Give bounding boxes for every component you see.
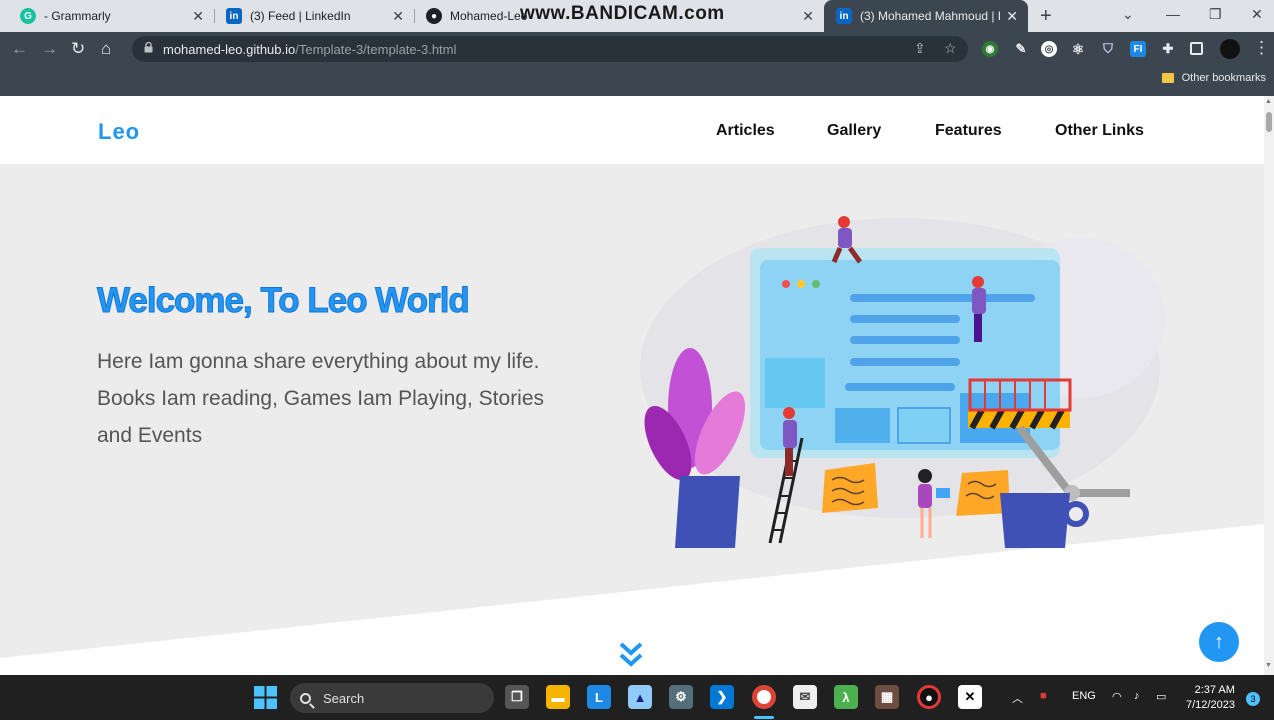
bookmark-star-icon[interactable]: ☆ (944, 40, 957, 57)
volume-icon[interactable]: ♪ (1134, 690, 1140, 702)
taskbar-search[interactable]: Search (290, 683, 494, 713)
share-icon[interactable]: ⇪ (914, 40, 926, 57)
linkedin-icon: in (836, 8, 852, 24)
chrome-icon[interactable] (752, 685, 776, 709)
profile-avatar[interactable] (1220, 39, 1240, 59)
close-icon[interactable]: ✕ (392, 8, 404, 25)
minimize-button[interactable]: — (1166, 6, 1180, 22)
extension-shield-icon[interactable]: ⛉ (1100, 41, 1116, 57)
browser-toolbar: ← → ↻ ⌂ mohamed-leo.github.io/Template-3… (0, 32, 1274, 66)
clock-date: 7/12/2023 (1186, 699, 1235, 711)
url-text[interactable]: mohamed-leo.github.io/Template-3/templat… (163, 42, 456, 57)
page-scrollbar[interactable]: ▲ ▼ (1264, 96, 1274, 675)
lock-icon (144, 42, 153, 53)
task-view-icon[interactable]: ❐ (505, 685, 529, 709)
tray-app-icon[interactable]: ■ (1040, 690, 1047, 702)
github-icon: ● (426, 8, 442, 24)
taskbar-search-label: Search (323, 690, 365, 706)
arrow-up-icon: ↑ (1214, 630, 1224, 653)
restore-button[interactable]: ❐ (1209, 6, 1222, 23)
extension-react-icon[interactable]: ⚛ (1070, 41, 1086, 57)
new-tab-button[interactable]: + (1040, 5, 1052, 28)
clock-time: 2:37 AM (1194, 684, 1235, 696)
scroll-up-arrow-icon[interactable]: ▲ (1265, 98, 1272, 105)
back-to-top-button[interactable]: ↑ (1199, 622, 1239, 662)
capcut-icon[interactable]: ✕ (958, 685, 982, 709)
close-icon[interactable]: ✕ (802, 8, 814, 25)
url-path: /Template-3/template-3.html (295, 42, 457, 57)
hero-title: Welcome, To Leo World (97, 281, 471, 321)
window-close-button[interactable]: ✕ (1251, 6, 1263, 23)
extension-globe-icon[interactable]: ◉ (982, 41, 998, 57)
extension-pen-icon[interactable]: ✎ (1013, 41, 1029, 57)
language-indicator[interactable]: ENG (1072, 690, 1096, 702)
other-bookmarks[interactable]: Other bookmarks (1161, 72, 1266, 84)
tab-grammarly[interactable]: G - Grammarly ✕ (8, 0, 214, 32)
bookmarks-bar: Other bookmarks (0, 66, 1274, 96)
hero-text: Here Iam gonna share everything about my… (97, 350, 545, 447)
settings-gear-icon[interactable]: ⚙ (669, 685, 693, 709)
active-app-indicator (754, 716, 774, 719)
other-bookmarks-label: Other bookmarks (1181, 72, 1266, 84)
extension-fi-icon[interactable]: FI (1130, 41, 1146, 57)
wifi-icon[interactable]: ◠ (1112, 690, 1122, 703)
web-page: Leo Articles Gallery Features Other Link… (0, 96, 1264, 675)
windows-taskbar: Search ❐ ▬ L ▲ ⚙ ❯ ✉ λ ▦ ● ✕ ︿ ■ ENG ◠ ♪… (0, 675, 1274, 720)
close-icon[interactable]: ✕ (192, 8, 204, 25)
reload-button[interactable]: ↻ (71, 39, 85, 59)
tab-search-icon[interactable]: ⌄ (1122, 6, 1134, 23)
nav-link-features[interactable]: Features (935, 122, 1002, 140)
home-button[interactable]: ⌂ (101, 39, 111, 59)
scroll-down-arrow-icon[interactable]: ▼ (1265, 662, 1272, 669)
recording-watermark: www.BANDICAM.com (520, 3, 725, 24)
scroll-down-chevron-icon[interactable] (617, 640, 645, 670)
search-icon (300, 692, 311, 704)
taskbar-clock[interactable]: 2:37 AM 7/12/2023 (1186, 683, 1235, 713)
tab-title: (3) Feed | LinkedIn (250, 9, 351, 23)
photos-icon[interactable]: ▲ (628, 685, 652, 709)
windows-start-icon[interactable] (254, 686, 277, 709)
extensions-puzzle-icon[interactable]: ✚ (1160, 41, 1176, 57)
file-explorer-icon[interactable]: ▬ (546, 685, 570, 709)
site-header: Leo Articles Gallery Features Other Link… (0, 96, 1264, 164)
tab-title: - Grammarly (44, 9, 111, 23)
side-panel-icon[interactable] (1190, 42, 1203, 55)
close-icon[interactable]: ✕ (1006, 8, 1018, 25)
sticky-note (822, 463, 878, 513)
linkedin-icon: in (226, 8, 242, 24)
show-hidden-icons[interactable]: ︿ (1012, 690, 1023, 706)
notification-badge[interactable]: 3 (1246, 692, 1260, 706)
game-app-icon[interactable]: ▦ (875, 685, 899, 709)
app-l-icon[interactable]: L (587, 685, 611, 709)
nav-link-articles[interactable]: Articles (716, 122, 775, 140)
hero-illustration (640, 216, 1165, 548)
url-host: mohamed-leo.github.io (163, 42, 296, 57)
grammarly-icon: G (20, 8, 36, 24)
menu-kebab-icon[interactable]: ⋮ (1253, 38, 1270, 58)
tab-title: (3) Mohamed Mahmoud | Lin (860, 9, 1001, 23)
browser-tab-strip: G - Grammarly ✕ in (3) Feed | LinkedIn ✕… (0, 0, 1274, 32)
lambda-app-icon[interactable]: λ (834, 685, 858, 709)
nav-link-other-links[interactable]: Other Links (1055, 122, 1144, 140)
forward-button[interactable]: → (41, 39, 58, 59)
vscode-icon[interactable]: ❯ (710, 685, 734, 709)
site-logo[interactable]: Leo (98, 119, 140, 145)
tab-linkedin-profile[interactable]: in (3) Mohamed Mahmoud | Lin ✕ (824, 0, 1028, 32)
tab-linkedin-feed[interactable]: in (3) Feed | LinkedIn ✕ (214, 0, 414, 32)
scrollbar-thumb[interactable] (1266, 112, 1272, 132)
nav-link-gallery[interactable]: Gallery (827, 122, 881, 140)
record-icon[interactable]: ● (917, 685, 941, 709)
battery-icon[interactable]: ▭ (1156, 690, 1166, 703)
mail-icon[interactable]: ✉ (793, 685, 817, 709)
folder-icon (1161, 73, 1174, 83)
coffee-cup (1000, 493, 1089, 548)
extension-circle-icon[interactable]: ◎ (1041, 41, 1057, 57)
address-bar[interactable]: mohamed-leo.github.io/Template-3/templat… (132, 36, 968, 62)
back-button[interactable]: ← (11, 39, 28, 59)
